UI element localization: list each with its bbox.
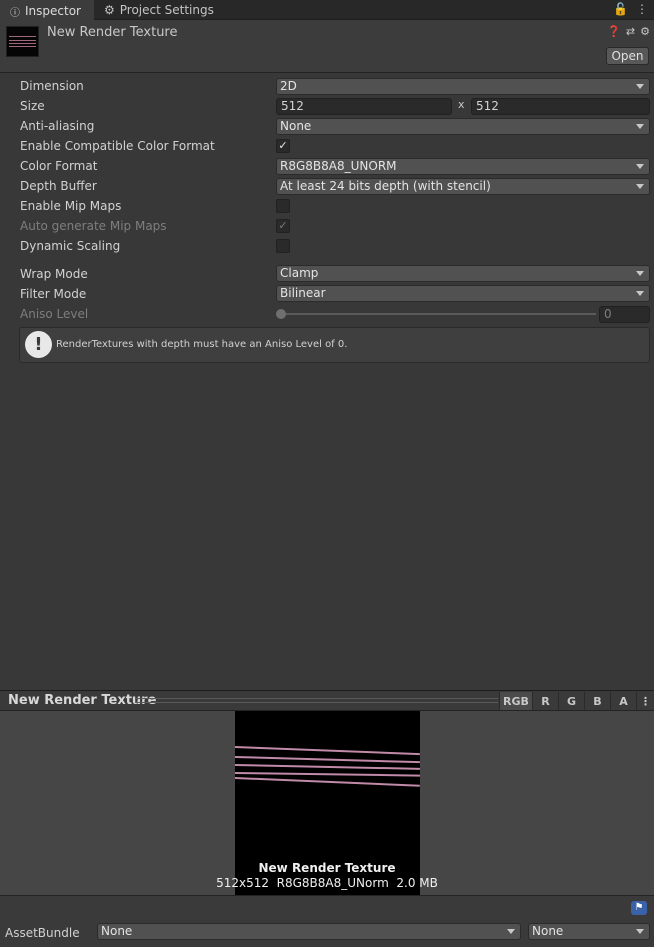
auto-mip-maps-checkbox: ✓ xyxy=(276,219,290,233)
depth-buffer-label: Depth Buffer xyxy=(20,179,97,193)
asset-title: New Render Texture xyxy=(47,25,178,40)
tag-icon[interactable]: ⚑ xyxy=(631,901,647,915)
depth-buffer-dropdown[interactable]: At least 24 bits depth (with stencil) xyxy=(276,178,650,195)
asset-bundle-variant-dropdown[interactable]: None xyxy=(528,923,650,940)
wrap-mode-value: Clamp xyxy=(280,266,319,280)
color-format-dropdown[interactable]: R8G8B8A8_UNORM xyxy=(276,158,650,175)
tab-bar: ⓘ Inspector ⚙ Project Settings 🔓 ⋮ xyxy=(0,0,654,20)
gear-icon: ⚙ xyxy=(104,3,115,17)
more-icon[interactable]: ⋮ xyxy=(636,2,648,16)
resize-grip[interactable] xyxy=(135,698,498,703)
auto-mip-maps-label: Auto generate Mip Maps xyxy=(20,219,167,233)
info-icon: ⓘ xyxy=(10,7,20,19)
tab-inspector[interactable]: ⓘ Inspector xyxy=(0,0,94,20)
preview-header: New Render Texture RGB R G B A ⋮ xyxy=(0,690,654,711)
help-icon[interactable]: ❓ xyxy=(607,25,621,38)
compatible-color-label: Enable Compatible Color Format xyxy=(20,139,215,153)
aniso-level-label: Aniso Level xyxy=(20,307,89,321)
warning-icon: ! xyxy=(25,331,52,358)
preset-icon[interactable]: ⇄ xyxy=(626,25,635,38)
dynamic-scaling-checkbox[interactable] xyxy=(276,239,290,253)
tab-label: Project Settings xyxy=(119,3,214,17)
asset-bundle-variant-value: None xyxy=(532,924,564,938)
size-separator: x xyxy=(458,98,465,111)
anti-aliasing-label: Anti-aliasing xyxy=(20,119,95,133)
channel-r-button[interactable]: R xyxy=(532,692,558,710)
dimension-dropdown[interactable]: 2D xyxy=(276,78,650,95)
tab-label: Inspector xyxy=(25,4,81,18)
warning-text: RenderTextures with depth must have an A… xyxy=(56,339,348,350)
dimension-value: 2D xyxy=(280,79,297,93)
color-format-value: R8G8B8A8_UNORM xyxy=(280,159,397,173)
size-height-field[interactable]: 512 xyxy=(471,98,650,115)
channel-g-button[interactable]: G xyxy=(558,692,584,710)
anti-aliasing-value: None xyxy=(280,119,312,133)
chevron-down-icon xyxy=(636,164,644,169)
enable-mip-maps-checkbox[interactable] xyxy=(276,199,290,213)
chevron-down-icon xyxy=(636,271,644,276)
size-label: Size xyxy=(20,99,45,113)
preview-caption-info: 512x512 R8G8B8A8_UNorm 2.0 MB xyxy=(216,876,438,890)
chevron-down-icon xyxy=(636,124,644,129)
anti-aliasing-dropdown[interactable]: None xyxy=(276,118,650,135)
chevron-down-icon xyxy=(636,929,644,934)
compatible-color-checkbox[interactable]: ✓ xyxy=(276,139,290,153)
chevron-down-icon xyxy=(636,184,644,189)
enable-mip-maps-label: Enable Mip Maps xyxy=(20,199,122,213)
depth-buffer-value: At least 24 bits depth (with stencil) xyxy=(280,179,491,193)
size-width-field[interactable]: 512 xyxy=(276,98,452,115)
filter-mode-dropdown[interactable]: Bilinear xyxy=(276,285,650,302)
lock-icon[interactable]: 🔓 xyxy=(613,2,628,16)
aniso-slider-track xyxy=(280,313,596,315)
wrap-mode-dropdown[interactable]: Clamp xyxy=(276,265,650,282)
aniso-level-field: 0 xyxy=(599,306,650,323)
color-format-label: Color Format xyxy=(20,159,98,173)
tab-project-settings[interactable]: ⚙ Project Settings xyxy=(94,0,224,20)
preview-caption-name: New Render Texture xyxy=(258,861,396,875)
preview-caption: New Render Texture 512x512 R8G8B8A8_UNor… xyxy=(0,861,654,891)
dimension-label: Dimension xyxy=(20,79,84,93)
channel-b-button[interactable]: B xyxy=(584,692,610,710)
channel-a-button[interactable]: A xyxy=(610,692,636,710)
dynamic-scaling-label: Dynamic Scaling xyxy=(20,239,121,253)
inspector-header: New Render Texture ❓ ⇄ ⚙ Open xyxy=(0,20,654,73)
chevron-down-icon xyxy=(636,84,644,89)
filter-mode-value: Bilinear xyxy=(280,286,326,300)
asset-bundle-name-value: None xyxy=(101,924,133,938)
more-icon[interactable]: ⋮ xyxy=(636,692,654,710)
asset-bundle-name-dropdown[interactable]: None xyxy=(97,923,521,940)
chevron-down-icon xyxy=(507,929,515,934)
wrap-mode-label: Wrap Mode xyxy=(20,267,88,281)
settings-icon[interactable]: ⚙ xyxy=(640,25,650,38)
warning-helpbox: ! RenderTextures with depth must have an… xyxy=(19,327,650,363)
filter-mode-label: Filter Mode xyxy=(20,287,87,301)
open-button[interactable]: Open xyxy=(606,47,649,65)
chevron-down-icon xyxy=(636,291,644,296)
aniso-slider-handle xyxy=(276,309,286,319)
channel-rgb-button[interactable]: RGB xyxy=(499,692,532,710)
asset-bundle-label: AssetBundle xyxy=(5,926,80,940)
asset-thumbnail xyxy=(6,26,39,57)
